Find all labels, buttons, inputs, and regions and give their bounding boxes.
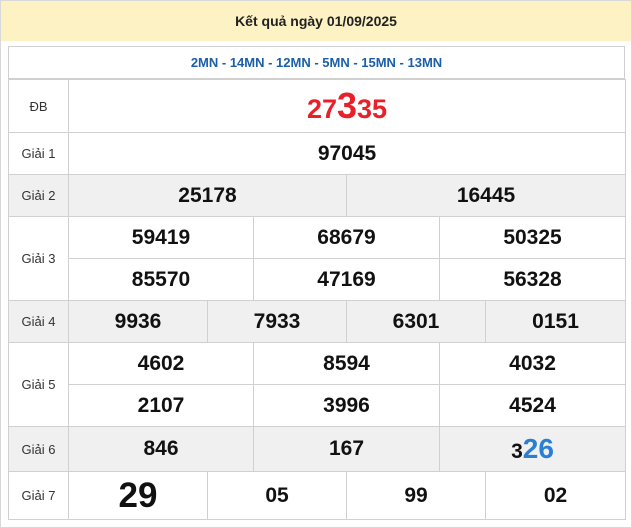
label-g7: Giải 7 bbox=[8, 471, 69, 520]
row-g7: Giải 7 29 05 99 02 bbox=[8, 471, 627, 520]
db-suffix: 35 bbox=[357, 94, 388, 124]
station-codes: 2MN - 14MN - 12MN - 5MN - 15MN - 13MN bbox=[8, 46, 625, 79]
prize-g3-value: 59419 bbox=[68, 216, 254, 259]
results-panel: Kết quả ngày 01/09/2025 2MN - 14MN - 12M… bbox=[0, 0, 632, 528]
prize-g2-value: 25178 bbox=[68, 174, 347, 217]
prize-g7-value: 02 bbox=[484, 471, 627, 520]
row-db: ĐB 27335 bbox=[8, 79, 627, 133]
prize-g5-value: 4524 bbox=[438, 384, 627, 427]
prize-g5-value: 3996 bbox=[253, 384, 440, 427]
g6-prefix: 3 bbox=[511, 440, 523, 463]
prize-g6-value: 846 bbox=[68, 426, 254, 472]
label-g2: Giải 2 bbox=[8, 174, 69, 217]
row-g2: Giải 2 25178 16445 bbox=[8, 174, 627, 217]
prize-g4-value: 9936 bbox=[68, 300, 208, 343]
prize-g5-value: 4602 bbox=[68, 342, 254, 385]
prize-g7-value: 99 bbox=[346, 471, 486, 520]
page-title: Kết quả ngày 01/09/2025 bbox=[1, 1, 631, 41]
label-db: ĐB bbox=[8, 79, 69, 133]
prize-g7-value: 29 bbox=[68, 471, 208, 520]
row-g6: Giải 6 846 167 326 bbox=[8, 426, 627, 472]
prize-g6-value: 326 bbox=[438, 426, 627, 472]
prize-g3-value: 56328 bbox=[438, 258, 627, 301]
results-table: ĐB 27335 Giải 1 97045 Giải 2 25178 16445… bbox=[8, 79, 627, 520]
prize-g5-value: 4032 bbox=[438, 342, 627, 385]
prize-g4-value: 7933 bbox=[207, 300, 347, 343]
row-g1: Giải 1 97045 bbox=[8, 132, 627, 175]
row-g5b: 2107 3996 4524 bbox=[9, 384, 627, 427]
db-prefix: 27 bbox=[306, 94, 337, 124]
g7-value-big: 29 bbox=[118, 475, 158, 515]
prize-g3-value: 85570 bbox=[68, 258, 254, 301]
row-g5: Giải 5 4602 8594 4032 bbox=[8, 342, 627, 427]
prize-g4-value: 0151 bbox=[484, 300, 627, 343]
prize-g7-value: 05 bbox=[207, 471, 347, 520]
label-g6: Giải 6 bbox=[8, 426, 69, 472]
db-highlight: 3 bbox=[337, 85, 358, 126]
prize-g3-value: 68679 bbox=[253, 216, 440, 259]
prize-db-value: 27335 bbox=[67, 79, 627, 133]
label-g5: Giải 5 bbox=[8, 342, 69, 427]
prize-g1-value: 97045 bbox=[67, 132, 627, 175]
row-g4: Giải 4 9936 7933 6301 0151 bbox=[8, 300, 627, 343]
prize-g3-value: 50325 bbox=[438, 216, 627, 259]
label-g4: Giải 4 bbox=[8, 300, 69, 343]
prize-g5-value: 8594 bbox=[253, 342, 440, 385]
prize-g6-value: 167 bbox=[253, 426, 440, 472]
prize-g5-value: 2107 bbox=[68, 384, 254, 427]
label-g3: Giải 3 bbox=[8, 216, 69, 301]
prize-g2-value: 16445 bbox=[345, 174, 627, 217]
prize-g4-value: 6301 bbox=[346, 300, 486, 343]
row-g3: Giải 3 59419 68679 50325 bbox=[8, 216, 627, 301]
g6-highlight: 26 bbox=[522, 433, 554, 464]
prize-g3-value: 47169 bbox=[253, 258, 440, 301]
row-g3b: 85570 47169 56328 bbox=[9, 258, 627, 301]
label-g1: Giải 1 bbox=[8, 132, 69, 175]
